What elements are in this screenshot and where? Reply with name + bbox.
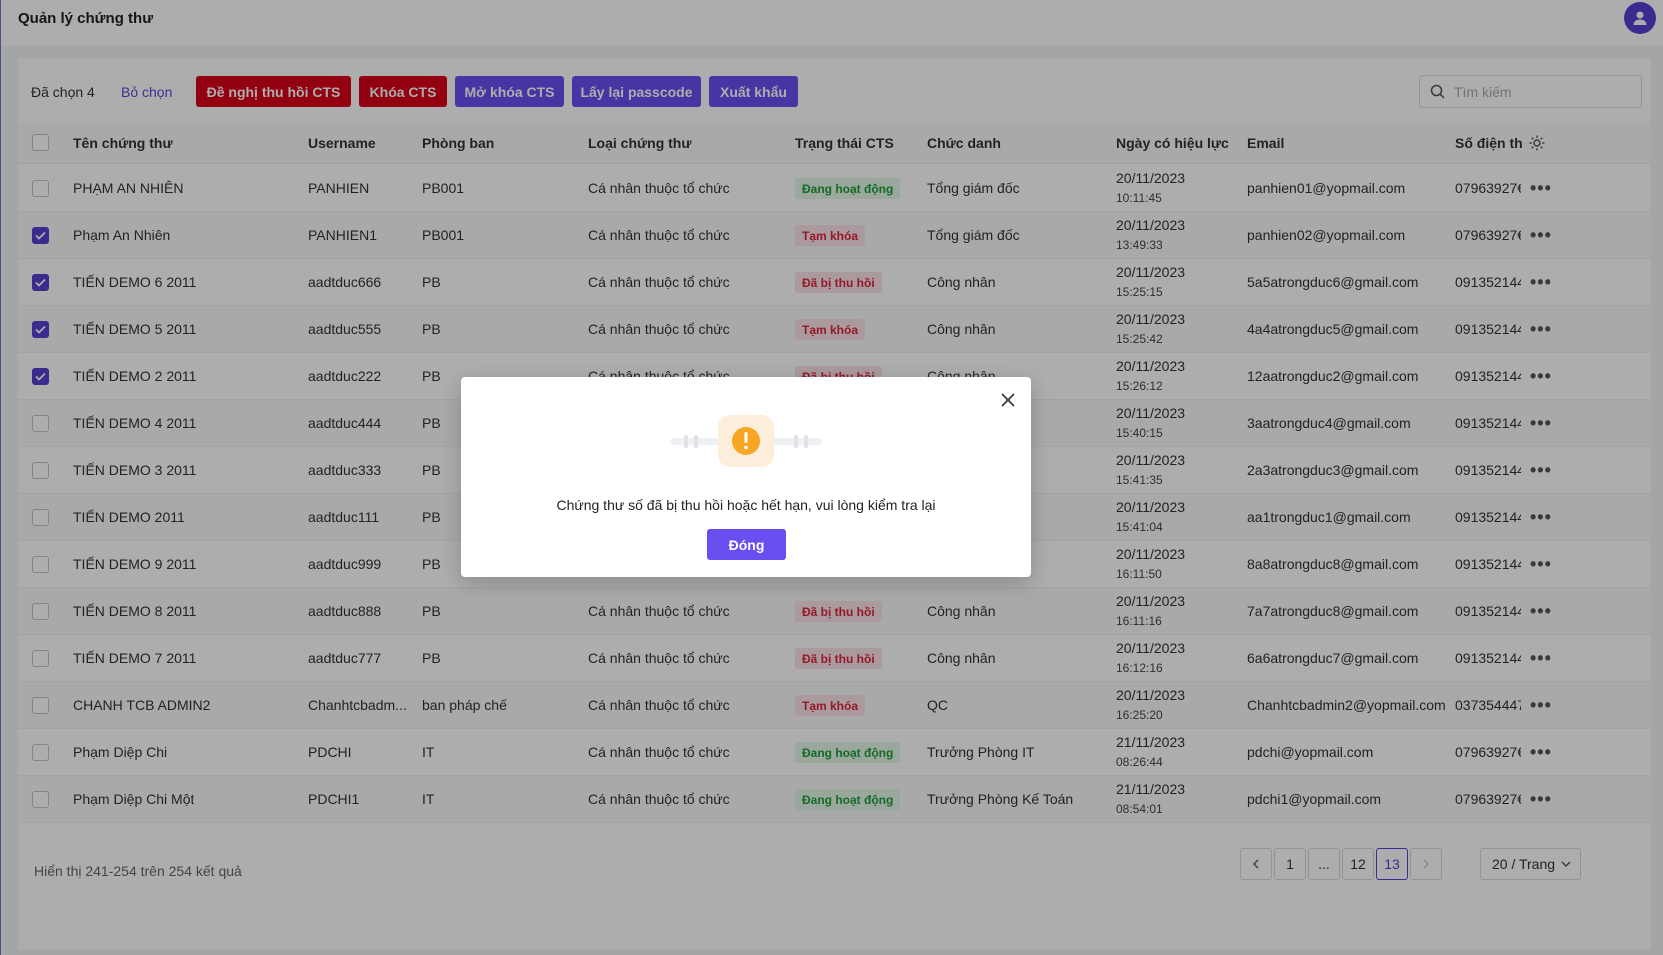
close-icon[interactable]: [999, 391, 1017, 409]
close-modal-button[interactable]: Đóng: [707, 529, 786, 560]
modal-message: Chứng thư số đã bị thu hồi hoặc hết hạn,…: [556, 497, 936, 513]
warning-illustration-icon: [670, 415, 822, 467]
warning-modal: Chứng thư số đã bị thu hồi hoặc hết hạn,…: [461, 377, 1031, 577]
